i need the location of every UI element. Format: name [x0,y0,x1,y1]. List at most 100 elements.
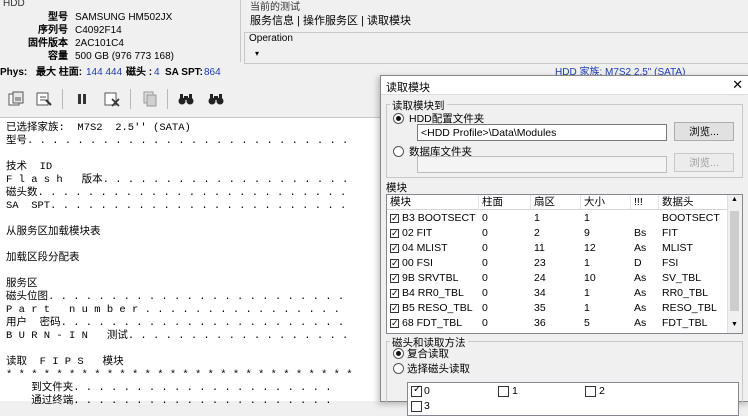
cell-cyl: 0 [482,317,488,329]
modules-table[interactable]: 模块 柱面 扇区 大小 !!! 数据头 B3 BOOTSECT 0 1 1 BOOTSE… [386,194,743,334]
col-header-sector[interactable]: 扇区 [531,195,581,210]
table-row[interactable]: B4 RR0_TBL 0 34 1 As RR0_TBL [387,286,727,301]
module-checkbox[interactable] [390,227,399,239]
cell-size: 1 [584,287,590,299]
log-line: 从服务区加载模块表 [6,226,101,238]
col-header-cyl[interactable]: 柱面 [479,195,531,210]
cell-header: FIT [662,227,678,239]
database-path-field[interactable] [417,156,667,173]
module-checkbox[interactable] [390,287,399,299]
heads-group: 磁头和读取方法 复合读取 选择磁头读取 0 1 2 3 [386,335,743,416]
table-row[interactable]: 68 FDT_TBL 0 36 5 As FDT_TBL [387,316,727,331]
capacity-label: 容量 [48,51,68,62]
max-cyl-value: 144 444 [86,67,123,78]
cell-size: 3 [581,331,631,333]
multi-read-radio[interactable] [393,348,404,359]
cell-flag: D [634,257,642,269]
cell-module: B4 RR0_TBL [402,287,464,299]
module-read-icon[interactable] [4,87,28,111]
modules-scrollbar[interactable]: ▲ ▼ [727,195,742,333]
head-2-checkbox[interactable] [585,386,596,397]
database-folder-radio[interactable] [393,146,404,157]
cell-size: 10 [584,272,596,284]
capacity-value: 500 GB (976 773 168) [75,51,174,62]
cell-sector: 41 [531,331,581,333]
hdd-info-panel: HDD 型号 SAMSUNG HM502JX 序列号 C4092F14 固件版本… [0,0,241,62]
read-modules-dialog: 读取模块 ✕ 读取模块到 HDD配置文件夹 <HDD Profile>\Data… [380,75,748,416]
col-header-flag[interactable]: !!! [631,195,659,210]
module-checkbox[interactable] [390,317,399,329]
table-row[interactable]: B3 BOOTSECT 0 1 1 BOOTSECT [387,211,727,226]
sa-spt-value: 864 [204,67,221,78]
pause-icon[interactable] [70,87,94,111]
search-next-icon[interactable] [204,87,228,111]
cell-module: B5 RESO_TBL [402,302,473,314]
module-checkbox[interactable] [390,212,399,224]
serial-label: 序列号 [38,25,68,36]
cell-size: 9 [584,227,590,239]
log-output[interactable]: 已选择家族: M7S2 2.5'' (SATA) 型号. . . . . . . … [0,117,380,407]
cell-size: 12 [584,242,596,254]
cell-header: FSI [662,257,679,269]
module-checkbox[interactable] [390,272,399,284]
module-checkbox[interactable] [390,257,399,269]
operation-title: Operation [249,33,293,44]
dialog-title: 读取模块 [386,82,430,94]
toolbar-separator [62,89,63,109]
cell-size: 5 [584,317,590,329]
log-line: 服务区 [6,278,38,290]
head-3-checkbox[interactable] [411,401,422,412]
copy-icon[interactable] [138,87,162,111]
head-0-label: 0 [424,385,430,397]
scroll-thumb[interactable] [730,211,739,311]
module-checkbox[interactable] [390,242,399,254]
hdd-group-title: HDD [3,0,25,9]
stop-icon[interactable] [100,87,124,111]
toolbar-separator [167,89,168,109]
browse-database-button[interactable]: 浏览... [674,153,734,172]
log-line: 型号. . . . . . . . . . . . . . . . . . . … [6,135,349,147]
table-row[interactable]: 04 MLIST 0 11 12 As MLIST [387,241,727,256]
head-0-checkbox[interactable] [411,384,422,397]
profile-path-field[interactable]: <HDD Profile>\Data\Modules [417,124,667,141]
cell-module: 0C CLIN TBL [387,331,479,333]
cell-header: FDT_TBL [662,317,708,329]
table-row[interactable]: 00 FSI 0 23 1 D FSI [387,256,727,271]
profile-folder-radio[interactable] [393,113,404,124]
log-line: 已选择家族: M7S2 2.5'' (SATA) [6,122,191,134]
col-header-module[interactable]: 模块 [387,195,479,210]
capacity-row: 容量 500 GB (976 773 168) [0,50,240,63]
scroll-down-icon[interactable]: ▼ [731,321,738,328]
table-row[interactable]: B5 RESO_TBL 0 35 1 As RESO_TBL [387,301,727,316]
cell-header: MLIST [662,242,693,254]
current-test-path: 服务信息 | 操作服务区 | 读取模块 [250,15,411,27]
module-write-icon[interactable] [32,87,56,111]
scroll-up-icon[interactable]: ▲ [731,196,738,203]
col-header-data-header[interactable]: 数据头 [659,195,729,210]
cell-cyl: 0 [482,302,488,314]
head-1-label: 1 [512,385,518,397]
log-line: * * * * * * * * * * * * * * * * * * * * … [6,369,353,381]
browse-profile-button[interactable]: 浏览... [674,122,734,141]
table-row[interactable]: 0C CLIN TBL0413AsCLIN TBL [387,331,727,333]
table-row[interactable]: 02 FIT 0 2 9 Bs FIT [387,226,727,241]
col-header-size[interactable]: 大小 [581,195,631,210]
module-checkbox[interactable] [390,302,399,314]
select-heads-radio[interactable] [393,363,404,374]
sa-spt-label: SA SPT: [165,67,203,78]
operation-dropdown-icon[interactable]: ▾ [255,49,259,58]
model-value: SAMSUNG HM502JX [75,12,173,23]
heads-list: 0 1 2 3 [407,382,739,416]
operation-panel: Operation ▾ [244,32,748,64]
toolbar [0,82,380,116]
log-line: SA SPT. . . . . . . . . . . . . . . . . … [6,200,347,212]
head-1-checkbox[interactable] [498,386,509,397]
table-row[interactable]: 9B SRVTBL 0 24 10 As SV_TBL [387,271,727,286]
cell-header: RESO_TBL [662,302,717,314]
cell-sector: 34 [534,287,546,299]
dialog-titlebar[interactable]: 读取模块 ✕ [381,76,748,95]
toolbar-separator [130,89,131,109]
search-icon[interactable] [174,87,198,111]
close-icon[interactable]: ✕ [732,77,743,93]
cell-cyl: 0 [482,242,488,254]
